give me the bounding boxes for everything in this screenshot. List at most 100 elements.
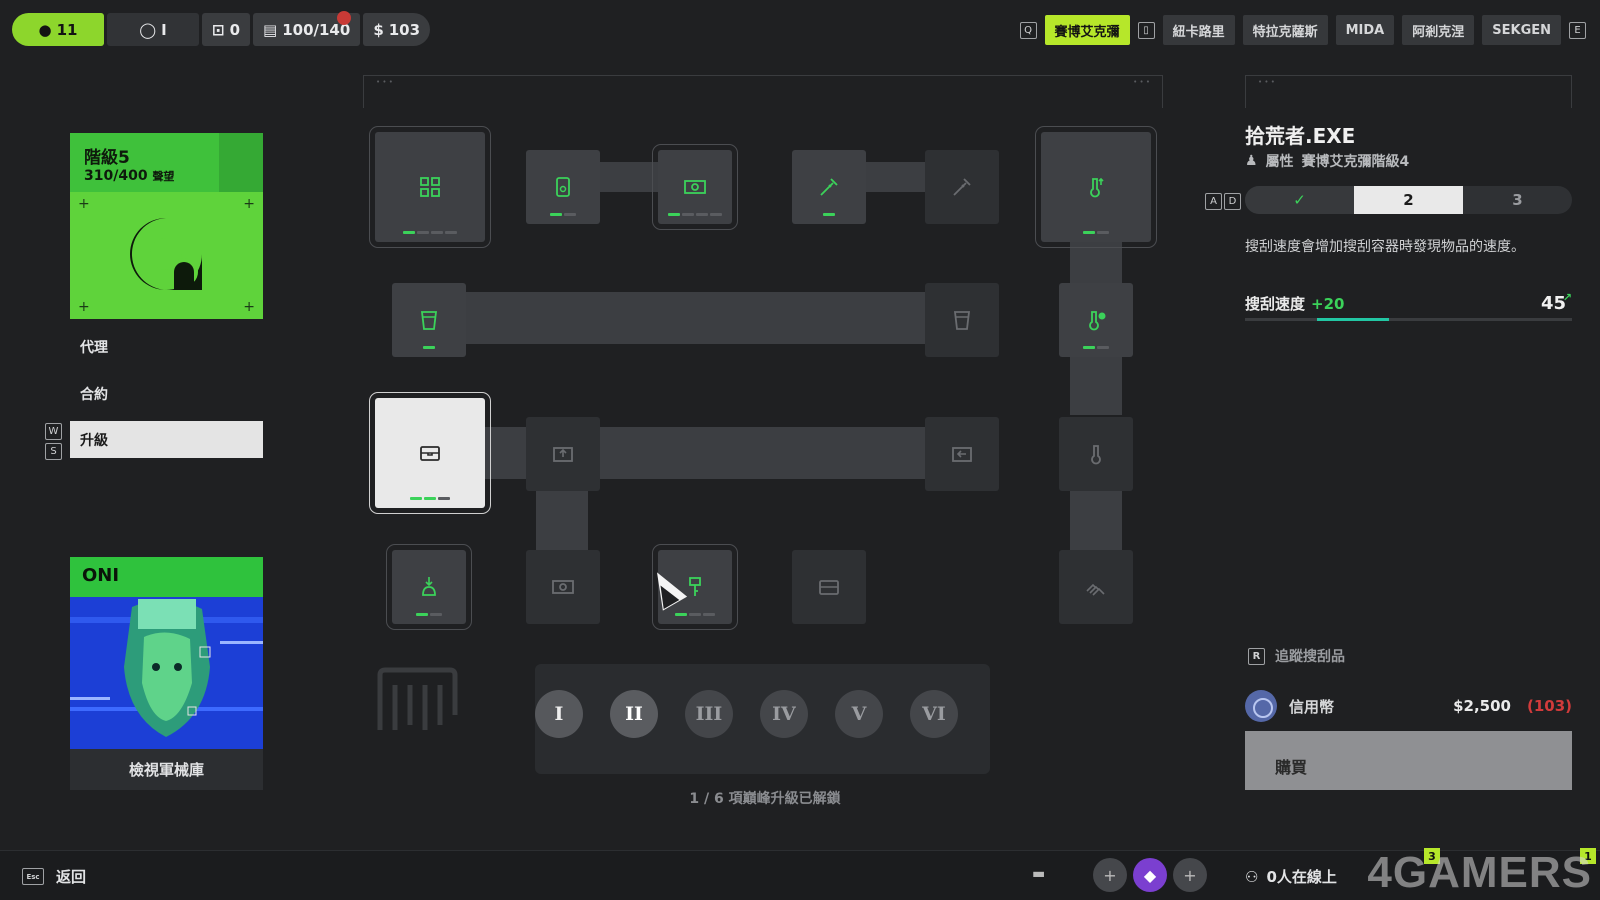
owned-credits: (103)	[1526, 697, 1572, 715]
currency-icon: $	[373, 20, 384, 39]
stat-row: 搜刮速度 +20 45 ↗	[1245, 291, 1572, 314]
tier-button[interactable]: III	[685, 690, 733, 738]
key-hint-a: A	[1205, 193, 1222, 210]
crate-up-icon	[553, 447, 573, 462]
slot-value: I	[161, 20, 167, 39]
cash-icon	[684, 180, 706, 194]
stash-icon: ▤	[263, 20, 278, 39]
tree-frame: • • • • • •	[363, 75, 1163, 108]
injector-icon	[953, 178, 971, 196]
tab-sekgen[interactable]: SEKGEN	[1482, 15, 1561, 45]
level-tab-2[interactable]: 2	[1354, 186, 1463, 214]
agent-icon: ♟	[1245, 153, 1258, 169]
currency-chip[interactable]: $ 103	[363, 13, 431, 46]
upgrade-node-crate-up-locked[interactable]	[526, 417, 600, 491]
menu-item-upgrades[interactable]: 升級	[70, 421, 263, 458]
credits-label: 信用幣	[1289, 697, 1335, 716]
upgrade-description: 搜刮速度會增加搜刮容器時發現物品的速度。	[1245, 239, 1525, 255]
tab-nucaloric[interactable]: 紐卡路里	[1162, 15, 1235, 45]
buy-button[interactable]: 購買	[1245, 731, 1572, 790]
tier-button[interactable]: VI	[910, 690, 958, 738]
upgrade-node-scavenger-selected[interactable]	[369, 392, 491, 514]
tier-selector: I II III IV V VI	[535, 690, 958, 738]
upgrade-node-cash-locked[interactable]	[526, 550, 600, 624]
tab-cybercorp[interactable]: 賽博艾克彌	[1044, 15, 1130, 45]
upgrade-node-injector-locked[interactable]	[925, 150, 999, 224]
rank-title: 階級5	[84, 148, 130, 168]
player-icon: ●	[38, 20, 52, 39]
box-chip[interactable]: ⊡ 0	[202, 13, 251, 46]
view-armory-button[interactable]: 檢視軍械庫	[70, 749, 263, 790]
menu-item-agents[interactable]: 代理	[70, 328, 263, 365]
back-button[interactable]: Esc 返回	[22, 866, 86, 887]
faction-stamp-icon	[377, 667, 458, 730]
corner-plus-icon: +	[78, 299, 90, 315]
upgrade-node-waves-locked[interactable]	[1059, 550, 1133, 624]
track-loot-label: 追蹤搜刮品	[1275, 649, 1345, 665]
tab-arachne[interactable]: 阿剎克涅	[1402, 15, 1475, 45]
add-party-member-button[interactable]: +	[1173, 858, 1207, 892]
upgrade-node-bio[interactable]	[386, 544, 472, 630]
tab-mida[interactable]: MIDA	[1335, 15, 1395, 45]
armory-card-title: ONI	[70, 557, 263, 597]
online-status[interactable]: ⚇ 0人在線上	[1245, 866, 1337, 887]
upgrade-level-tabs: ✓ 2 3	[1245, 186, 1572, 214]
upgrade-node-device[interactable]	[526, 150, 600, 224]
party-slots: + ◆ +	[1093, 858, 1207, 892]
thermometer-icon	[1091, 445, 1101, 465]
currency-value: 103	[388, 20, 421, 39]
tier-button[interactable]: I	[535, 690, 583, 738]
key-hint-q: Q	[1019, 21, 1037, 39]
player-level-chip[interactable]: ● 11	[12, 13, 104, 46]
upgrade-node-heat[interactable]	[1035, 126, 1157, 248]
online-label: 0人在線上	[1266, 868, 1337, 886]
canister-icon	[420, 311, 438, 330]
menu-item-contracts[interactable]: 合約	[70, 375, 263, 412]
upgrade-node-heat-timer[interactable]	[1059, 283, 1133, 357]
upgrade-node-cash[interactable]	[652, 144, 738, 230]
level-tab-1[interactable]: ✓	[1245, 186, 1354, 214]
tab-traxus[interactable]: 特拉克薩斯	[1242, 15, 1328, 45]
track-loot-option[interactable]: R 追蹤搜刮品	[1248, 646, 1345, 666]
grid-icon	[420, 177, 440, 197]
corner-plus-icon: +	[243, 299, 255, 315]
attribute-label: 屬性	[1265, 154, 1294, 170]
status-bar: ● 11 ◯ I ⊡ 0 ▤ 100/140 $ 103	[12, 13, 431, 46]
player-level-value: 11	[56, 20, 78, 39]
faction-icon: ▯	[1137, 21, 1155, 39]
upgrade-node-heat-locked[interactable]	[1059, 417, 1133, 491]
upgrade-node-canister[interactable]	[392, 283, 466, 357]
upgrade-title: 拾荒者.EXE	[1245, 124, 1356, 148]
price-value: $2,500	[1453, 697, 1511, 715]
key-hint-e: E	[1569, 21, 1586, 39]
loadout-slot-chip[interactable]: ◯ I	[107, 13, 199, 46]
character-portrait	[70, 597, 263, 749]
menu-key-hints: W S	[45, 423, 62, 460]
bottom-bar	[0, 850, 1600, 900]
stat-label: 搜刮速度	[1245, 295, 1306, 313]
key-hint-r: R	[1248, 647, 1265, 665]
upgrade-node-container-locked[interactable]	[792, 550, 866, 624]
tier-button[interactable]: V	[835, 690, 883, 738]
faction-logo-icon	[130, 218, 202, 291]
thermometer-clock-icon	[1089, 311, 1106, 331]
add-party-member-button[interactable]: +	[1093, 858, 1127, 892]
upgrade-node-grid[interactable]	[369, 126, 491, 248]
credits-coin-icon	[1245, 690, 1277, 722]
upgrade-node-injector[interactable]	[792, 150, 866, 224]
level-tab-3[interactable]: 3	[1463, 186, 1572, 214]
player-avatar[interactable]: ◆	[1133, 858, 1167, 892]
upgrade-node-crate-in-locked[interactable]	[925, 417, 999, 491]
bio-download-icon	[422, 577, 436, 596]
tier-button[interactable]: IV	[760, 690, 808, 738]
tier-button-current[interactable]: II	[610, 690, 658, 738]
chat-icon[interactable]: ▬	[1032, 866, 1045, 882]
back-label: 返回	[56, 868, 87, 886]
slot-ring-icon: ◯	[139, 20, 157, 39]
cash-icon	[552, 580, 574, 594]
corner-plus-icon: +	[243, 196, 255, 212]
upgrade-node-canister-locked[interactable]	[925, 283, 999, 357]
container-icon	[420, 446, 440, 461]
armory-card[interactable]: ONI 檢視軍械庫	[70, 557, 263, 790]
detail-frame: • • •	[1245, 75, 1572, 108]
